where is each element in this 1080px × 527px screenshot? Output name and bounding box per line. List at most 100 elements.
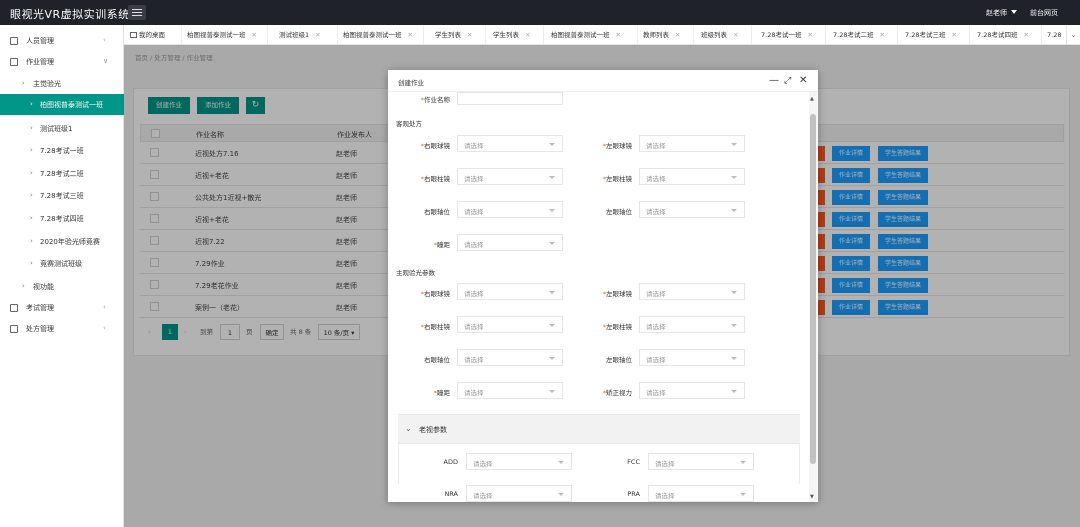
- corrected-va-select[interactable]: 请选择: [639, 382, 745, 399]
- minimize-icon[interactable]: —: [769, 75, 779, 87]
- label-text: 瞳距: [437, 389, 450, 397]
- sidebar-item-label: 2020年验光师竞赛: [40, 238, 100, 246]
- sidebar-item-competition-test[interactable]: › 竞赛测试班级: [0, 253, 124, 274]
- sidebar-item-class-1[interactable]: › 柏图视普泰测试一班: [0, 94, 124, 115]
- close-icon[interactable]: ✕: [879, 31, 884, 39]
- tab-exam-class-4[interactable]: 7.28考试四班 ✕: [974, 25, 1042, 44]
- l-axis-select[interactable]: 请选择: [639, 201, 745, 218]
- tab-label: 柏图视普泰测试一班: [551, 31, 610, 39]
- scroll-down-icon[interactable]: ▼: [810, 494, 814, 500]
- tab-teachers[interactable]: 教师列表 ✕: [640, 25, 694, 44]
- tab-class-1-c[interactable]: 柏图视普泰测试一班 ✕: [548, 25, 638, 44]
- sidebar-item-label: 7.28考试四班: [40, 215, 84, 223]
- sidebar-item-label: 7.28考试二班: [40, 170, 84, 178]
- tab-class-1[interactable]: 柏图视普泰测试一班 ✕: [184, 25, 268, 44]
- frontend-link[interactable]: 前台网页: [1030, 8, 1058, 18]
- r-axis-2-select[interactable]: 请选择: [457, 349, 563, 366]
- sidebar-item-label: 考试管理: [26, 304, 54, 312]
- l-cyl-2-select[interactable]: 请选择: [639, 316, 745, 333]
- close-icon[interactable]: ✕: [799, 75, 807, 87]
- tab-classes[interactable]: 班级列表 ✕: [698, 25, 752, 44]
- nra-select[interactable]: 请选择: [466, 485, 572, 502]
- r-cyl-2-label: *右眼柱镜: [420, 323, 450, 331]
- sidebar-item-exam-management[interactable]: 考试管理 ‹: [0, 297, 124, 318]
- l-axis-2-select[interactable]: 请选择: [639, 349, 745, 366]
- tab-exam-class-1[interactable]: 7.28考试一班 ✕: [758, 25, 826, 44]
- tab-students-1[interactable]: 学生列表 ✕: [432, 25, 486, 44]
- sidebar-item-exam-class-1[interactable]: › 7.28考试一班: [0, 140, 124, 161]
- pd-2-select[interactable]: 请选择: [457, 382, 563, 399]
- subjective-params-heading: 主观验光参数: [396, 269, 435, 277]
- tab-label: 7.28考试三班: [905, 31, 946, 39]
- homework-name-input[interactable]: [457, 92, 563, 105]
- scroll-up-icon[interactable]: ▲: [810, 96, 814, 102]
- tab-class-1-b[interactable]: 柏图视普泰测试一班 ✕: [340, 25, 424, 44]
- presbyopia-collapse-header[interactable]: ⌄ 老视参数: [398, 414, 800, 444]
- r-cyl-select[interactable]: 请选择: [457, 168, 563, 185]
- tab-home[interactable]: 我的桌面: [130, 25, 182, 44]
- label-text: 作业名称: [424, 96, 450, 104]
- sidebar-item-exam-class-4[interactable]: › 7.28考试四班: [0, 208, 124, 229]
- sidebar-item-prescription-management[interactable]: 处方管理 ‹: [0, 318, 124, 339]
- sidebar-item-competition-2020[interactable]: › 2020年验光师竞赛: [0, 231, 124, 252]
- tab-more-button[interactable]: ⌄: [1066, 25, 1080, 44]
- menu-toggle-button[interactable]: [128, 5, 146, 20]
- tab-label: 班级列表: [701, 31, 727, 39]
- tab-test-class[interactable]: 测试班级1 ✕: [276, 25, 338, 44]
- sidebar-item-users[interactable]: 人员管理 ‹: [0, 30, 124, 51]
- l-sph-2-label: *左眼球镜: [602, 290, 632, 298]
- close-icon[interactable]: ✕: [675, 31, 680, 39]
- close-icon[interactable]: ✕: [807, 31, 812, 39]
- dialog-scrollbar[interactable]: ▲ ▼: [809, 92, 817, 502]
- r-axis-select[interactable]: 请选择: [457, 201, 563, 218]
- dropdown-arrow-icon: [549, 176, 555, 179]
- scroll-thumb[interactable]: [810, 114, 816, 464]
- sidebar-item-homework[interactable]: 作业管理 ∨: [0, 51, 124, 72]
- chevron-down-icon: ∨: [103, 57, 109, 65]
- fcc-select[interactable]: 请选择: [648, 453, 754, 470]
- dropdown-arrow-icon: [731, 357, 737, 360]
- sidebar-item-exam-class-3[interactable]: › 7.28考试三班: [0, 185, 124, 206]
- l-axis-label: 左眼轴位: [606, 208, 632, 216]
- dropdown-arrow-icon: [549, 357, 555, 360]
- caret-down-icon[interactable]: [1011, 10, 1017, 14]
- pd-label: *瞳距: [433, 241, 450, 249]
- close-icon[interactable]: ✕: [408, 31, 413, 39]
- user-menu[interactable]: 赵老师: [986, 8, 1007, 18]
- sidebar-item-label: 7.28考试三班: [40, 192, 84, 200]
- l-sph-select[interactable]: 请选择: [639, 135, 745, 152]
- tab-students-2[interactable]: 学生列表 ✕: [490, 25, 544, 44]
- sidebar-item-exam-class-2[interactable]: › 7.28考试二班: [0, 163, 124, 184]
- close-icon[interactable]: ✕: [1023, 31, 1028, 39]
- label-text: 左眼球镜: [606, 290, 632, 298]
- placeholder: 请选择: [655, 492, 675, 500]
- r-cyl-2-select[interactable]: 请选择: [457, 316, 563, 333]
- close-icon[interactable]: ✕: [467, 31, 472, 39]
- r-sph-select[interactable]: 请选择: [457, 135, 563, 152]
- tab-label: 我的桌面: [139, 31, 165, 39]
- close-icon[interactable]: ✕: [525, 31, 530, 39]
- chevron-left-icon: ‹: [103, 36, 106, 44]
- tab-exam-class-3[interactable]: 7.28考试三班 ✕: [902, 25, 970, 44]
- pra-select[interactable]: 请选择: [648, 485, 754, 502]
- chevron-left-icon: ‹: [103, 303, 106, 311]
- sidebar-item-subjective-refraction[interactable]: › 主觉验光: [0, 73, 124, 94]
- close-icon[interactable]: ✕: [733, 31, 738, 39]
- close-icon[interactable]: ✕: [616, 31, 621, 39]
- label-text: 右眼球镜: [424, 290, 450, 298]
- close-icon[interactable]: ✕: [951, 31, 956, 39]
- close-icon[interactable]: ✕: [252, 31, 257, 39]
- maximize-icon[interactable]: ⤢: [784, 75, 791, 87]
- tab-exam-class-2[interactable]: 7.28考试二班 ✕: [830, 25, 898, 44]
- sidebar-item-test-class[interactable]: › 测试班级1: [0, 118, 124, 139]
- l-sph-2-select[interactable]: 请选择: [639, 283, 745, 300]
- close-icon[interactable]: ✕: [315, 31, 320, 39]
- dropdown-arrow-icon: [558, 493, 564, 496]
- pd-select[interactable]: 请选择: [457, 234, 563, 251]
- placeholder: 请选择: [473, 492, 493, 500]
- dropdown-arrow-icon: [740, 461, 746, 464]
- r-sph-2-select[interactable]: 请选择: [457, 283, 563, 300]
- l-cyl-select[interactable]: 请选择: [639, 168, 745, 185]
- sidebar-item-visual-function[interactable]: › 视功能: [0, 276, 124, 297]
- add-select[interactable]: 请选择: [466, 453, 572, 470]
